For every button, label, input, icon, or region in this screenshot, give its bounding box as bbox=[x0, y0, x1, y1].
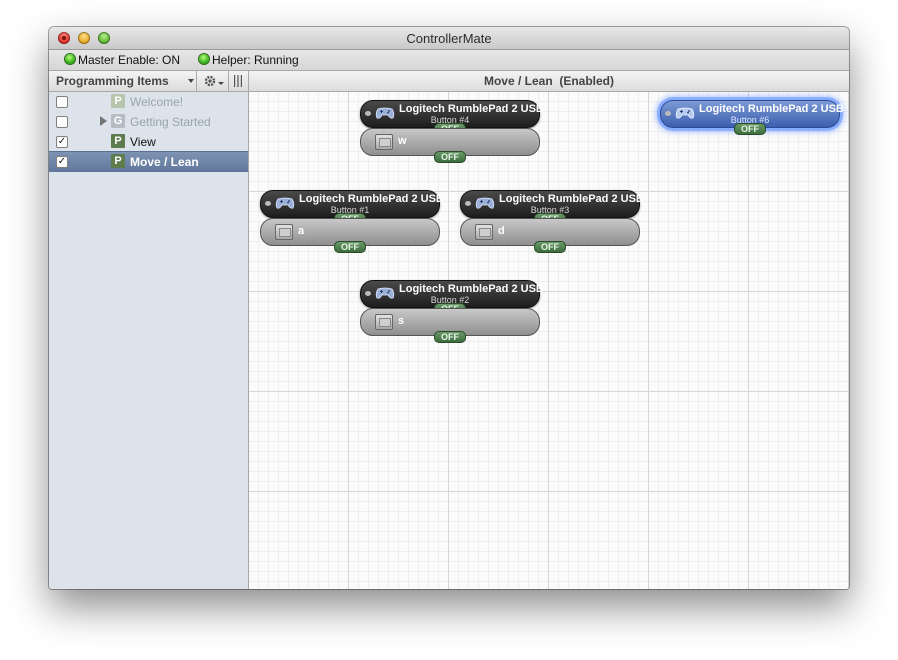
controller-node-button-2[interactable]: Logitech RumblePad 2 USB Button #2 OFF s… bbox=[360, 280, 544, 343]
keyboard-key-icon bbox=[275, 224, 293, 240]
node-title: Logitech RumblePad 2 USB bbox=[299, 193, 444, 205]
gear-icon bbox=[204, 75, 224, 87]
key-label: s bbox=[398, 315, 405, 327]
sidebar-header: Programming Items bbox=[49, 71, 249, 92]
program-badge-icon: P bbox=[111, 94, 125, 108]
disclosure-triangle-icon[interactable] bbox=[100, 116, 107, 126]
node-title: Logitech RumblePad 2 USB bbox=[399, 103, 544, 115]
controller-node-button-6[interactable]: Logitech RumblePad 2 USB Button #6 OFF bbox=[660, 100, 844, 160]
controller-node-button-4[interactable]: Logitech RumblePad 2 USB Button #4 OFF w… bbox=[360, 100, 544, 163]
key-label: a bbox=[298, 225, 305, 237]
title-bar: ControllerMate bbox=[49, 27, 849, 50]
key-label: w bbox=[398, 135, 407, 147]
output-state-badge: OFF bbox=[334, 241, 366, 253]
programming-canvas[interactable]: Logitech RumblePad 2 USB Button #4 OFF w… bbox=[249, 92, 849, 589]
item-label: Move / Lean bbox=[130, 155, 199, 169]
node-title: Logitech RumblePad 2 USB bbox=[399, 283, 544, 295]
list-item-getting-started[interactable]: G Getting Started bbox=[49, 112, 248, 132]
item-label: Welcome! bbox=[130, 95, 184, 109]
programming-items-list: P Welcome! G Getting Started ✓ P View ✓ … bbox=[49, 92, 249, 589]
helper-led-icon bbox=[199, 54, 209, 64]
node-title: Logitech RumblePad 2 USB bbox=[699, 103, 844, 115]
enable-checkbox[interactable] bbox=[56, 96, 68, 108]
controller-node-button-1[interactable]: Logitech RumblePad 2 USB Button #1 OFF a… bbox=[260, 190, 444, 253]
program-badge-icon: P bbox=[111, 134, 125, 148]
enable-checkbox[interactable]: ✓ bbox=[56, 136, 68, 148]
status-bar: Master Enable: ON Helper: Running bbox=[49, 50, 849, 71]
columns-icon bbox=[234, 75, 242, 87]
gear-menu-button[interactable] bbox=[202, 73, 228, 89]
list-item-view[interactable]: ✓ P View bbox=[49, 132, 248, 152]
program-badge-icon: P bbox=[111, 154, 125, 168]
enable-checkbox[interactable]: ✓ bbox=[56, 156, 68, 168]
keyboard-key-icon bbox=[375, 314, 393, 330]
controller-node-button-3[interactable]: Logitech RumblePad 2 USB Button #3 OFF d… bbox=[460, 190, 644, 253]
item-label: View bbox=[130, 135, 156, 149]
output-state-badge: OFF bbox=[434, 331, 466, 343]
window-title: ControllerMate bbox=[406, 31, 492, 46]
item-label: Getting Started bbox=[130, 115, 211, 129]
header-divider bbox=[196, 71, 197, 91]
list-item-move-lean[interactable]: ✓ P Move / Lean bbox=[49, 151, 248, 172]
master-led-icon bbox=[65, 54, 75, 64]
output-state-badge: OFF bbox=[434, 151, 466, 163]
state-badge: OFF bbox=[734, 123, 766, 135]
group-badge-icon: G bbox=[111, 114, 125, 128]
helper-status: Helper: Running bbox=[212, 53, 299, 67]
columns-button[interactable] bbox=[233, 74, 243, 88]
node-title: Logitech RumblePad 2 USB bbox=[499, 193, 644, 205]
sidebar-title[interactable]: Programming Items bbox=[56, 74, 169, 88]
key-label: d bbox=[498, 225, 505, 237]
keyboard-key-icon bbox=[475, 224, 493, 240]
output-state-badge: OFF bbox=[534, 241, 566, 253]
enable-checkbox[interactable] bbox=[56, 116, 68, 128]
header-divider-2 bbox=[228, 71, 229, 91]
sort-chevron-down-icon[interactable] bbox=[188, 79, 194, 83]
keyboard-key-icon bbox=[375, 134, 393, 150]
canvas-header: Move / Lean (Enabled) bbox=[249, 71, 849, 92]
list-item-welcome[interactable]: P Welcome! bbox=[49, 92, 248, 112]
app-window: ControllerMate Master Enable: ON Helper:… bbox=[49, 27, 849, 589]
master-enable-status[interactable]: Master Enable: ON bbox=[78, 53, 180, 67]
